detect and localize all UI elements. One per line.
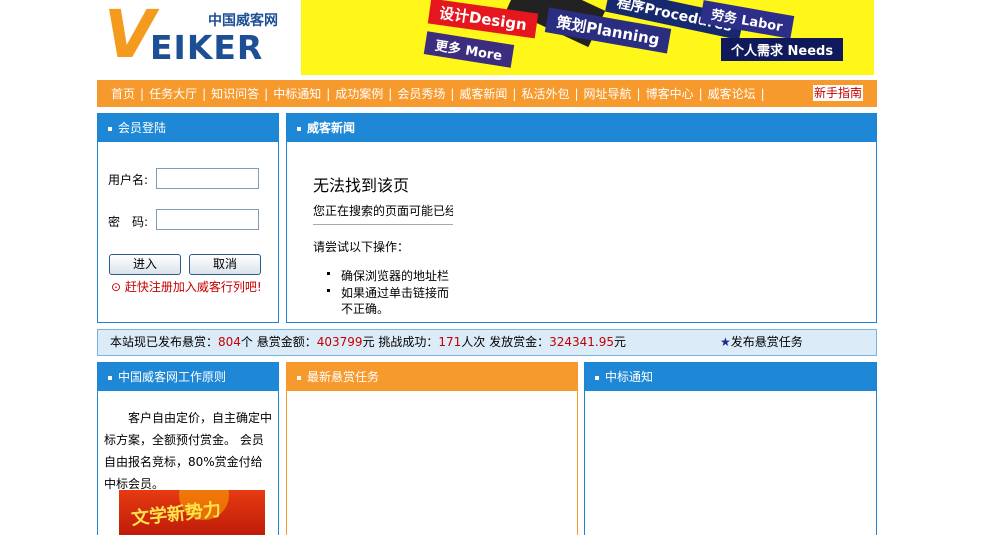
stats-text: 本站现已发布悬赏：804个 悬赏金额：403799元 挑战成功：171人次 发放… [110,330,626,355]
promo-text: 文学新势力 [130,499,223,530]
nav-separator: | [760,86,765,101]
password-input[interactable] [156,209,259,230]
stats-paid-amount: 324341.95 [549,335,615,349]
bullet-icon [108,126,112,131]
news-header: 威客新闻 [287,114,876,142]
nav-item-members[interactable]: 会员秀场 [393,85,449,102]
error-try-item: 不正确。 [341,302,390,316]
stats-task-count: 804 [218,335,241,349]
nav-item-directory[interactable]: 网址导航 [580,85,636,102]
banner-more[interactable]: 更多 More [423,31,514,68]
publish-task-link[interactable]: ★发布悬赏任务 [720,330,803,355]
promo-banner[interactable]: 文学新势力 [119,490,265,535]
nav-item-blog[interactable]: 博客中心 [642,85,698,102]
notice-title: 中标通知 [605,370,654,384]
stats-label: 元 挑战成功： [362,335,439,349]
error-try-item: 如果通过单击链接而 [341,286,450,300]
stats-bar: 本站现已发布悬赏：804个 悬赏金额：403799元 挑战成功：171人次 发放… [97,329,877,356]
error-try-item: 确保浏览器的地址栏 [341,269,450,283]
nav-item-outsource[interactable]: 私活外包 [517,85,573,102]
principle-text: 客户自由定价，自主确定中标方案，全额预付赏金。 会员自由报名竞标，80%赏金付给… [104,411,273,491]
error-title: 无法找到该页 [313,176,410,195]
stats-label: 人次 发放赏金： [461,335,550,349]
error-divider [313,224,453,225]
login-submit-button[interactable]: 进入 [109,254,181,275]
bullet-icon [297,126,301,131]
reward-header: 最新悬赏任务 [287,363,577,391]
nav-item-news[interactable]: 威客新闻 [455,85,511,102]
notice-header: 中标通知 [585,363,876,391]
logo-cn-name: 中国威客网 [208,13,278,29]
nav-item-forum[interactable]: 威客论坛 [704,85,760,102]
bullet-icon [327,289,330,292]
star-icon: ★ [720,335,731,349]
nav-item-guide[interactable]: 新手指南 [813,85,864,101]
stats-label: 元 [614,335,627,349]
password-label: 密 码: [108,215,149,229]
logo-text: EIKER [150,28,264,67]
news-panel: 威客新闻 无法找到该页 您正在搜索的页面可能已经 请尝试以下操作： 确保浏览器的… [286,113,877,323]
header-banner[interactable]: 设计Design 更多 More 策划Planning 程序Procedures… [301,0,874,75]
username-label: 用户名: [108,173,149,187]
notice-panel: 中标通知 [584,362,877,535]
login-title: 会员登陆 [118,121,167,135]
nav-item-winners[interactable]: 中标通知 [269,85,325,102]
nav-items: 首页 | 任务大厅 | 知识问答 | 中标通知 | 成功案例 | 会员秀场 | 威客新闻 | … [107,80,766,107]
principle-header: 中国威客网工作原则 [98,363,278,391]
principle-panel: 中国威客网工作原则 客户自由定价，自主确定中标方案，全额预付赏金。 会员自由报名… [97,362,279,535]
banner-needs[interactable]: 个人需求 Needs [721,38,844,61]
stats-success-count: 171 [438,335,462,349]
error-try-title: 请尝试以下操作： [313,240,410,254]
bullet-icon [327,272,330,275]
bullet-icon [108,375,112,380]
site-logo[interactable]: V 中国威客网 EIKER [98,0,300,75]
username-input[interactable] [156,168,259,189]
reward-panel: 最新悬赏任务 [286,362,578,535]
register-link[interactable]: ⊙ 赶快注册加入威客行列吧! [111,278,262,295]
login-panel: 会员登陆 用户名: 密 码: 进入 取消 ⊙ 赶快注册加入威客行列吧! [97,113,279,323]
error-description: 您正在搜索的页面可能已经 [313,204,453,218]
main-nav: 首页 | 任务大厅 | 知识问答 | 中标通知 | 成功案例 | 会员秀场 | 威客新闻 | … [97,80,877,107]
nav-item-qa[interactable]: 知识问答 [207,85,263,102]
nav-item-tasks[interactable]: 任务大厅 [145,85,201,102]
logo-letter: V [104,0,156,73]
news-title: 威客新闻 [307,121,356,135]
stats-label: 个 悬赏金额： [240,335,317,349]
bullet-icon [595,375,599,380]
login-cancel-button[interactable]: 取消 [189,254,261,275]
login-header: 会员登陆 [98,114,278,142]
stats-reward-amount: 403799 [316,335,363,349]
bullet-icon [297,375,301,380]
stats-label: 本站现已发布悬赏： [110,335,219,349]
publish-task-label: 发布悬赏任务 [730,335,803,349]
nav-item-home[interactable]: 首页 [107,85,139,102]
reward-title: 最新悬赏任务 [307,370,380,384]
principle-title: 中国威客网工作原则 [118,370,227,384]
nav-item-cases[interactable]: 成功案例 [331,85,387,102]
